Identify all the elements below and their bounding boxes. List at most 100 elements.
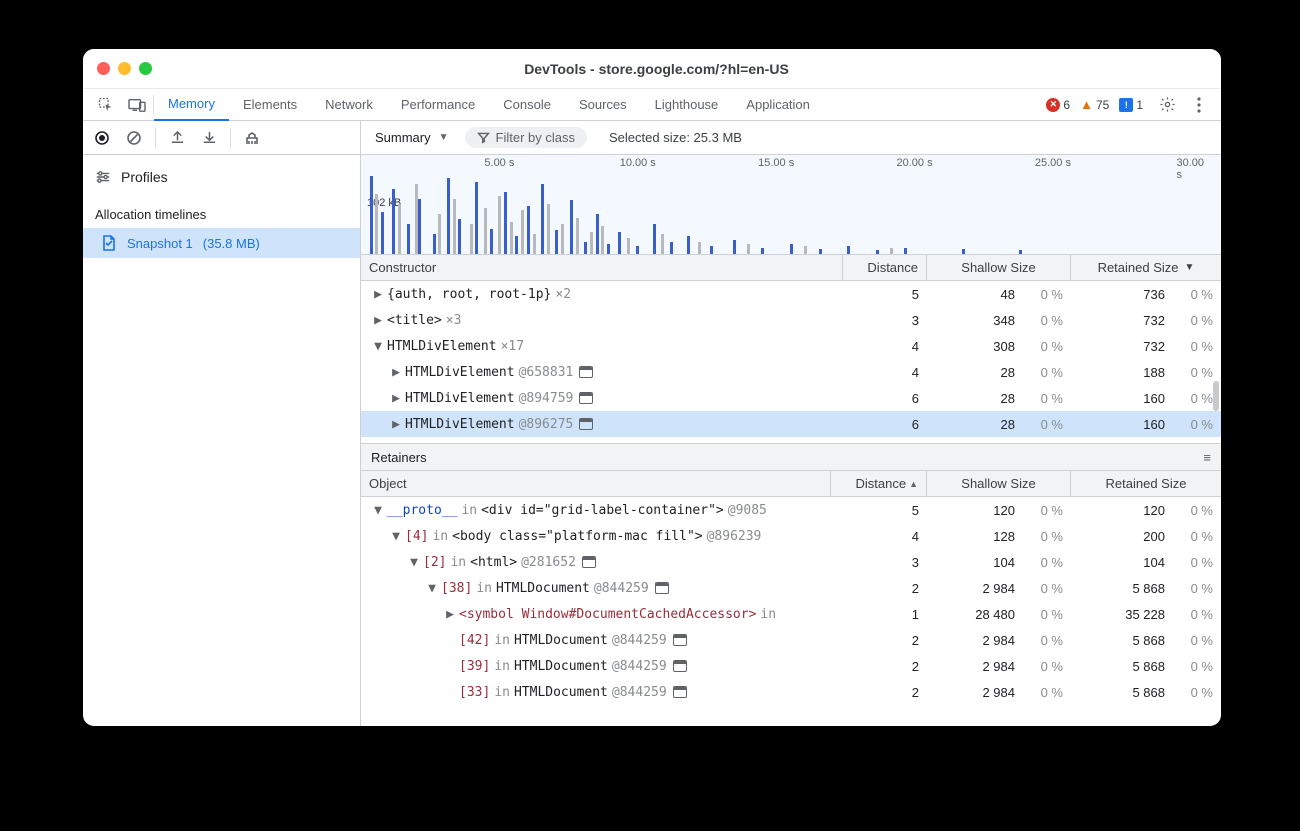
retainers-menu-icon[interactable]: ≡ <box>1203 450 1211 465</box>
minimize-window-button[interactable] <box>118 62 131 75</box>
table-row[interactable]: ▶HTMLDivElement @6588314280 %1880 % <box>361 359 1221 385</box>
scrollbar[interactable] <box>1211 281 1221 443</box>
tab-network[interactable]: Network <box>311 89 387 121</box>
col-constructor[interactable]: Constructor <box>361 255 843 280</box>
retainers-header-row: Object Distance▲ Shallow Size Retained S… <box>361 471 1221 497</box>
disclosure-icon[interactable]: ▶ <box>391 417 401 432</box>
table-row[interactable]: ▶HTMLDivElement @8962756280 %1600 % <box>361 411 1221 437</box>
window-title: DevTools - store.google.com/?hl=en-US <box>160 61 1153 77</box>
col-distance[interactable]: Distance <box>843 255 927 280</box>
clear-button[interactable] <box>123 127 145 149</box>
view-dropdown[interactable]: Summary ▼ <box>369 130 455 145</box>
tab-elements[interactable]: Elements <box>229 89 311 121</box>
timeline-bar <box>533 234 536 254</box>
disclosure-icon[interactable]: ▼ <box>373 339 383 354</box>
tab-console[interactable]: Console <box>489 89 565 121</box>
error-icon: ✕ <box>1046 98 1060 112</box>
rcol-shallow[interactable]: Shallow Size <box>927 471 1071 496</box>
record-button[interactable] <box>91 127 113 149</box>
tab-lighthouse[interactable]: Lighthouse <box>641 89 733 121</box>
disclosure-icon[interactable]: ▼ <box>373 503 383 518</box>
timeline-bar <box>561 224 564 254</box>
disclosure-icon[interactable]: ▶ <box>391 391 401 406</box>
disclosure-icon[interactable]: ▶ <box>373 287 383 302</box>
rcol-distance[interactable]: Distance▲ <box>831 471 927 496</box>
filter-input[interactable]: Filter by class <box>465 127 587 148</box>
table-row[interactable]: ▼HTMLDivElement ×1743080 %7320 % <box>361 333 1221 359</box>
allocation-timeline-chart[interactable]: 5.00 s10.00 s15.00 s20.00 s25.00 s30.00 … <box>361 155 1221 255</box>
disclosure-icon[interactable]: ▼ <box>427 581 437 596</box>
timeline-bar <box>710 246 713 254</box>
timeline-bar <box>398 204 401 254</box>
table-row[interactable]: ▼[2] in <html> @28165231040 %1040 % <box>361 549 1221 575</box>
table-row[interactable]: ▶<symbol Window#DocumentCachedAccessor> … <box>361 601 1221 627</box>
issue-count[interactable]: !1 <box>1119 98 1143 112</box>
timeline-bar <box>761 248 764 254</box>
table-row[interactable]: ▼[4] in <body class="platform-mac fill">… <box>361 523 1221 549</box>
table-row[interactable]: [39] in HTMLDocument @84425922 9840 %5 8… <box>361 653 1221 679</box>
window-icon <box>582 556 596 568</box>
retainers-heading: Retainers ≡ <box>361 443 1221 471</box>
error-count[interactable]: ✕6 <box>1046 98 1070 112</box>
table-row[interactable]: ▶HTMLDivElement @8947596280 %1600 % <box>361 385 1221 411</box>
table-row[interactable]: ▶<title> ×333480 %7320 % <box>361 307 1221 333</box>
table-row[interactable]: [33] in HTMLDocument @84425922 9840 %5 8… <box>361 679 1221 705</box>
timeline-bar <box>847 246 850 254</box>
timeline-bar <box>570 200 573 254</box>
snapshot-item[interactable]: Snapshot 1 (35.8 MB) <box>83 228 360 258</box>
disclosure-icon[interactable]: ▶ <box>391 365 401 380</box>
disclosure-icon[interactable]: ▼ <box>391 529 401 544</box>
device-toolbar-icon[interactable] <box>121 89 153 121</box>
col-shallow[interactable]: Shallow Size <box>927 255 1071 280</box>
memory-toolbar: Summary ▼ Filter by class Selected size:… <box>83 121 1221 155</box>
timeline-bar <box>636 246 639 254</box>
timeline-bar <box>527 206 530 254</box>
timeline-bar <box>433 234 436 254</box>
table-row[interactable]: ▼__proto__ in <div id="grid-label-contai… <box>361 497 1221 523</box>
timeline-bar <box>458 219 461 254</box>
rcol-object[interactable]: Object <box>361 471 831 496</box>
timeline-bar <box>453 199 456 254</box>
timeline-bar <box>490 229 493 254</box>
timeline-bar <box>747 244 750 254</box>
selected-size-label: Selected size: 25.3 MB <box>609 130 742 145</box>
timeline-bar <box>438 214 441 254</box>
snapshot-icon <box>101 234 117 252</box>
timeline-bar <box>555 230 558 254</box>
timeline-bar <box>475 182 478 254</box>
rcol-retained[interactable]: Retained Size <box>1071 471 1221 496</box>
tab-application[interactable]: Application <box>732 89 824 121</box>
disclosure-icon[interactable]: ▶ <box>373 313 383 328</box>
table-row[interactable]: ▶{auth, root, root-1p} ×25480 %7360 % <box>361 281 1221 307</box>
warning-icon: ▲ <box>1080 97 1093 112</box>
zoom-window-button[interactable] <box>139 62 152 75</box>
timeline-bar <box>418 199 421 254</box>
tab-performance[interactable]: Performance <box>387 89 489 121</box>
import-icon[interactable] <box>198 127 220 149</box>
timeline-bar <box>498 196 501 254</box>
col-retained[interactable]: Retained Size▼ <box>1071 255 1221 280</box>
tab-sources[interactable]: Sources <box>565 89 641 121</box>
timeline-bar <box>504 192 507 254</box>
export-icon[interactable] <box>166 127 188 149</box>
profiles-heading: Profiles <box>83 161 360 193</box>
timeline-bar <box>618 232 621 254</box>
retainers-table: Object Distance▲ Shallow Size Retained S… <box>361 471 1221 705</box>
timeline-bar <box>601 226 604 254</box>
status-badges: ✕6 ▲75 !1 <box>1038 97 1151 112</box>
timeline-bar <box>1019 250 1022 254</box>
table-row[interactable]: [42] in HTMLDocument @84425922 9840 %5 8… <box>361 627 1221 653</box>
settings-icon[interactable] <box>1151 89 1183 121</box>
timeline-tick: 15.00 s <box>758 157 794 169</box>
more-icon[interactable] <box>1183 89 1215 121</box>
table-row[interactable]: ▼[38] in HTMLDocument @84425922 9840 %5 … <box>361 575 1221 601</box>
disclosure-icon[interactable]: ▼ <box>409 555 419 570</box>
tab-memory[interactable]: Memory <box>154 89 229 121</box>
close-window-button[interactable] <box>97 62 110 75</box>
inspect-element-icon[interactable] <box>89 89 121 121</box>
disclosure-icon[interactable]: ▶ <box>445 607 455 622</box>
timeline-bar <box>804 246 807 254</box>
warning-count[interactable]: ▲75 <box>1080 97 1109 112</box>
timeline-bar <box>547 204 550 254</box>
gc-icon[interactable] <box>241 127 263 149</box>
